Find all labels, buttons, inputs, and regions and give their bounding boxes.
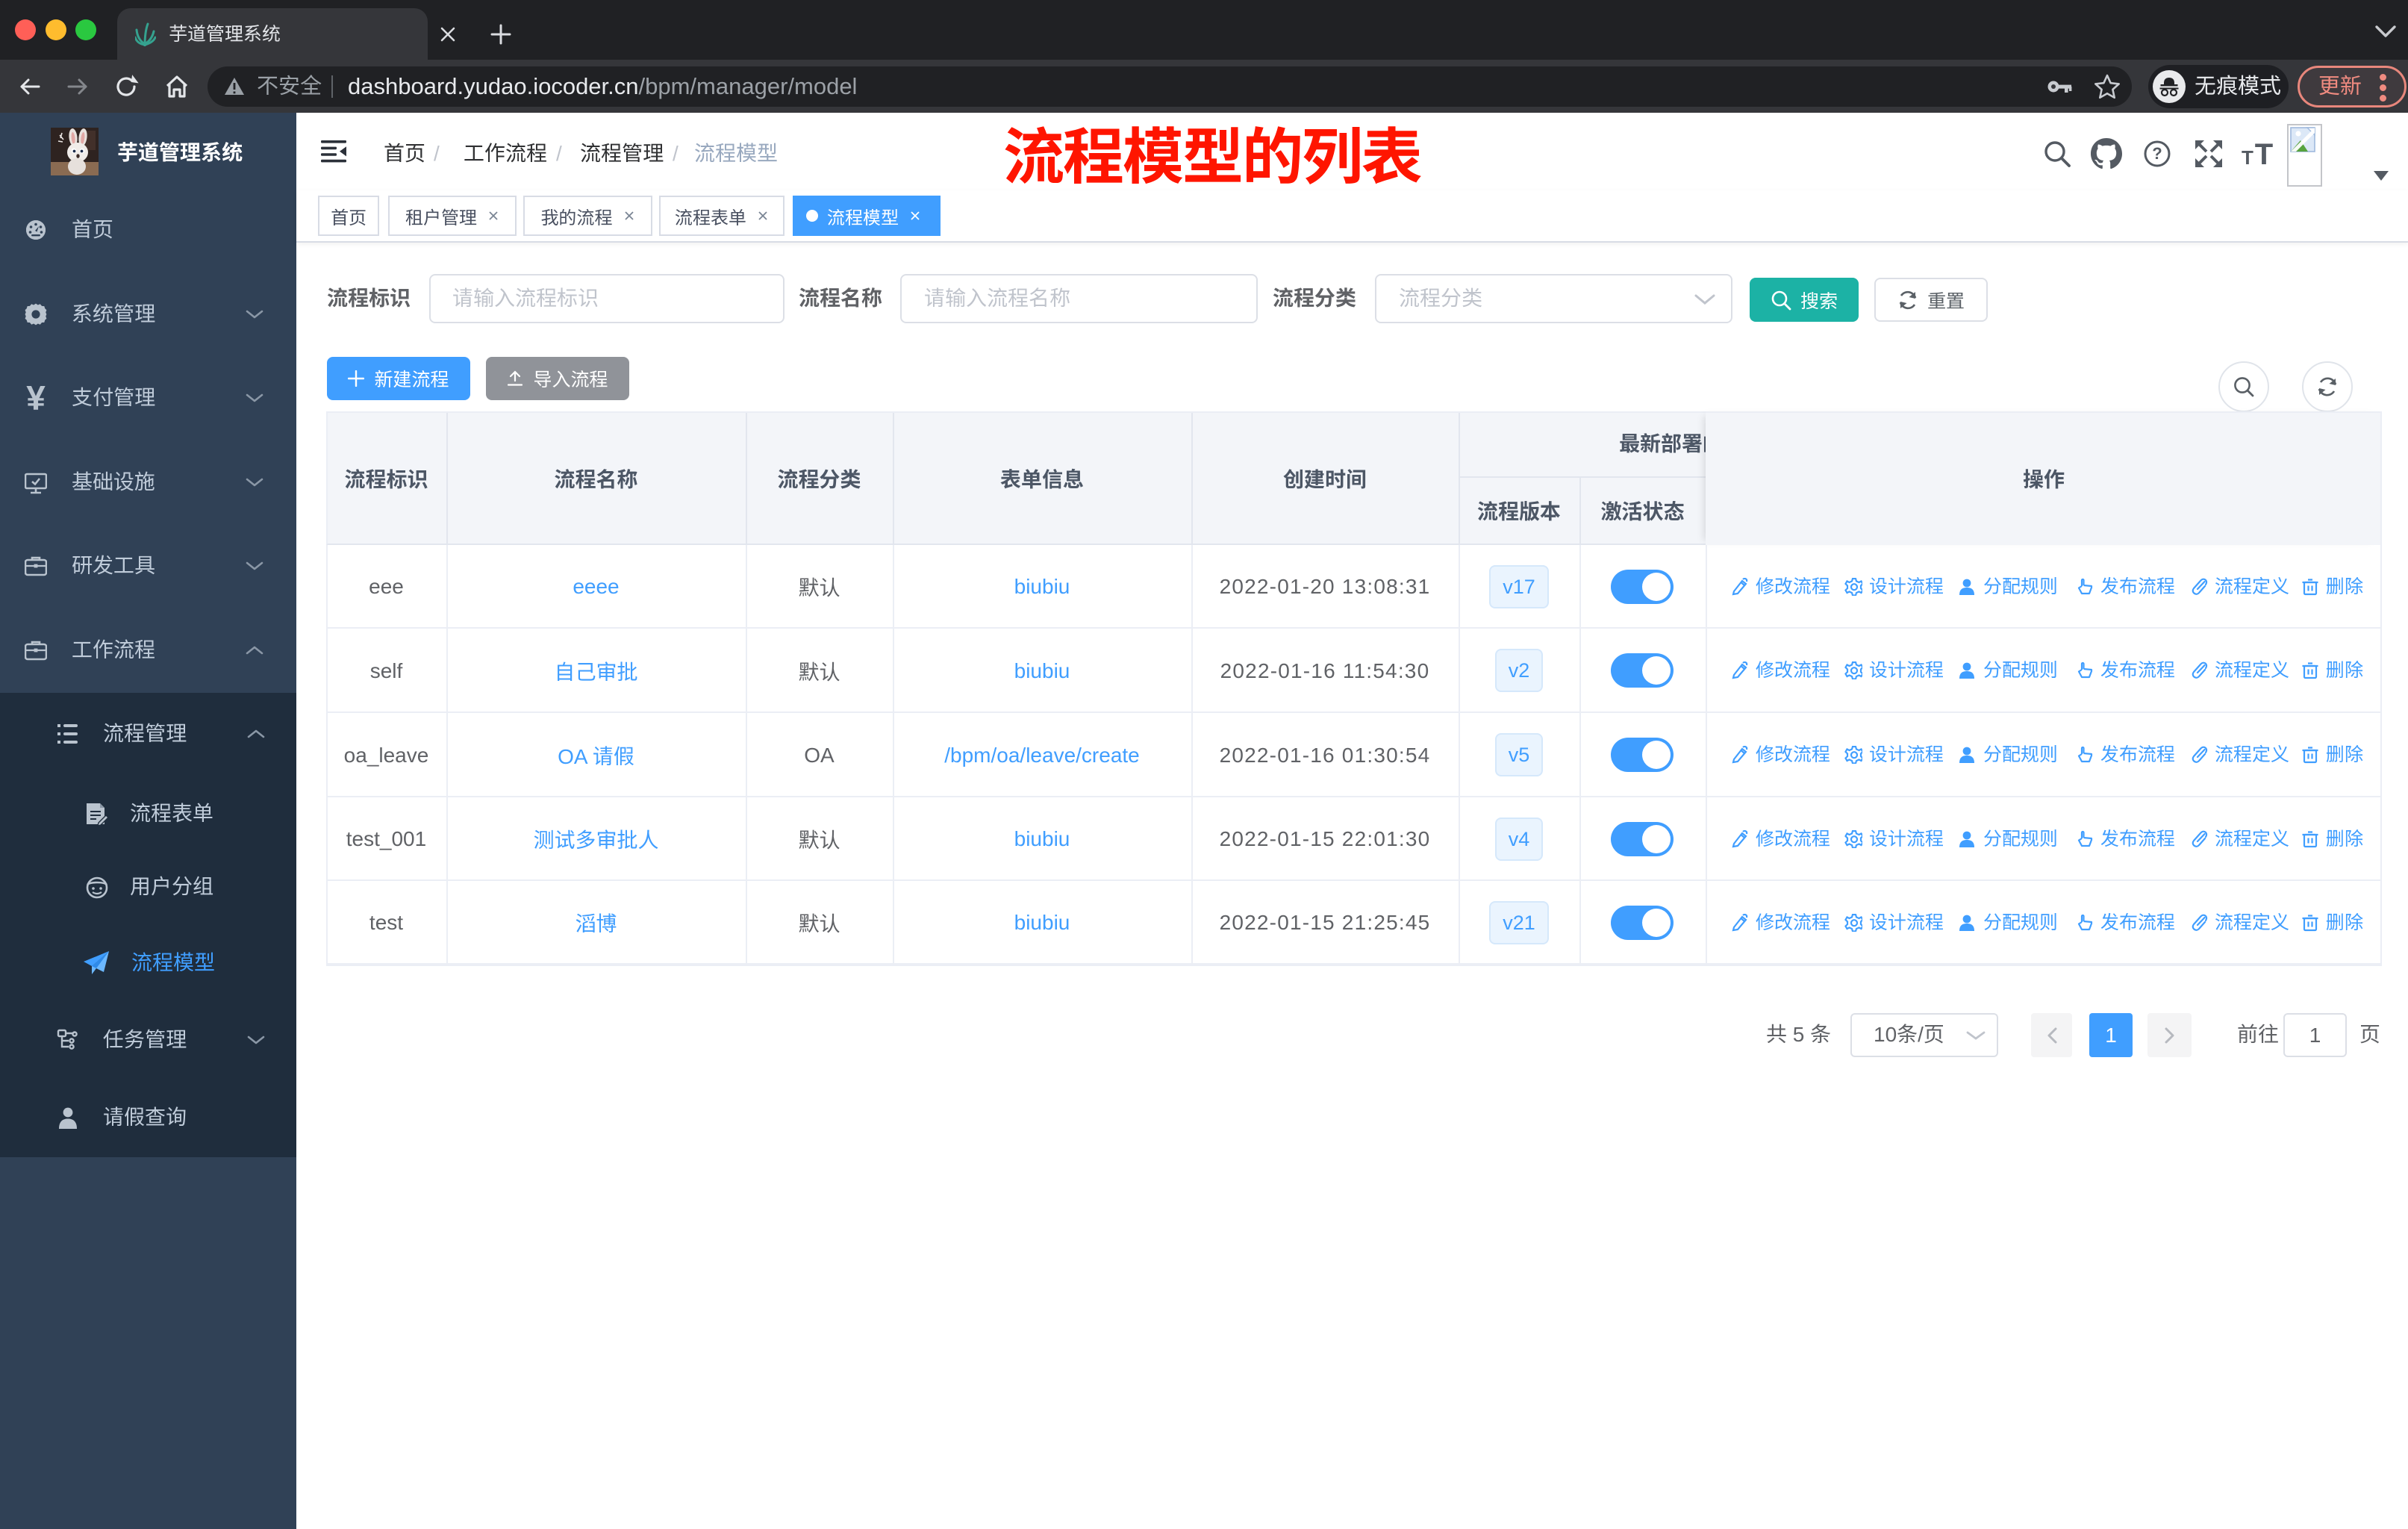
svg-text:T: T [2242,146,2253,166]
svg-text:?: ? [2152,144,2162,163]
svg-text:T: T [2255,142,2273,166]
